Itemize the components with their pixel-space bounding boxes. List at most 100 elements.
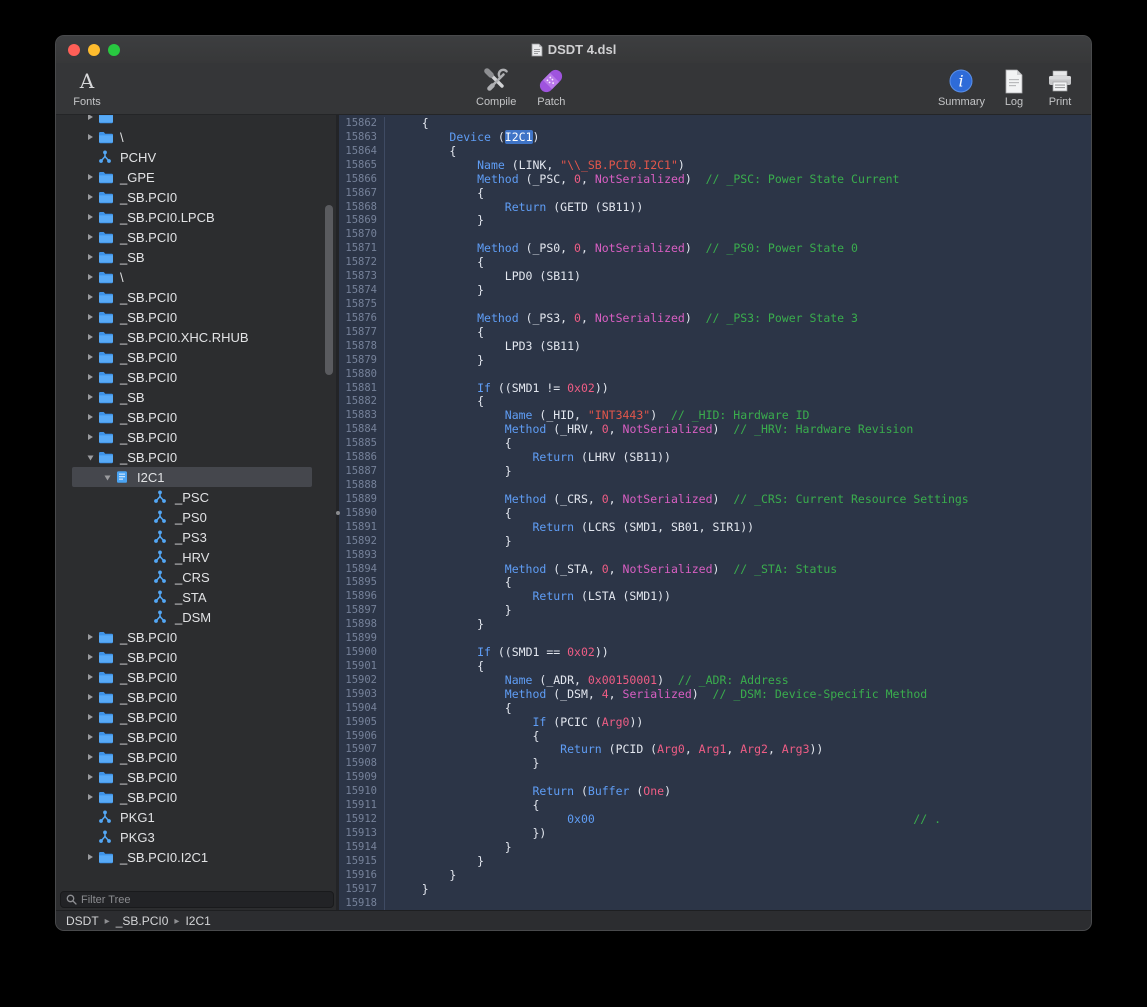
tree-item-_SB.PCI0[interactable]: _SB.PCI0 xyxy=(56,767,336,787)
disclosure-triangle-icon[interactable] xyxy=(82,674,98,680)
folder-icon xyxy=(98,270,115,285)
tree-item-_SB.PCI0.XHC.RHUB[interactable]: _SB.PCI0.XHC.RHUB xyxy=(56,327,336,347)
disclosure-triangle-icon[interactable] xyxy=(82,714,98,720)
tree-item-_GPE[interactable]: _GPE xyxy=(56,167,336,187)
folder-icon xyxy=(98,115,115,125)
disclosure-triangle-icon[interactable] xyxy=(82,794,98,800)
tree-item-label: _SB.PCI0 xyxy=(120,430,177,445)
disclosure-triangle-icon[interactable] xyxy=(82,654,98,660)
disclosure-triangle-icon[interactable] xyxy=(99,473,115,481)
disclosure-triangle-icon[interactable] xyxy=(82,694,98,700)
tree-item-_SB.PCI0[interactable]: _SB.PCI0 xyxy=(56,627,336,647)
disclosure-triangle-icon[interactable] xyxy=(82,374,98,380)
tree-item-_CRS[interactable]: _CRS xyxy=(56,567,336,587)
code-text: Method (_DSM, 4, Serialized) // _DSM: De… xyxy=(394,688,927,702)
tree-item-_SB.PCI0[interactable]: _SB.PCI0 xyxy=(56,787,336,807)
disclosure-triangle-icon[interactable] xyxy=(82,194,98,200)
tree-item-_SB.PCI0[interactable]: _SB.PCI0 xyxy=(56,707,336,727)
patch-button[interactable]: Patch xyxy=(534,66,568,108)
tree-item-_SB.PCI0[interactable]: _SB.PCI0 xyxy=(56,647,336,667)
disclosure-triangle-icon[interactable] xyxy=(82,254,98,260)
disclosure-triangle-icon[interactable] xyxy=(82,134,98,140)
line-number: 15902 xyxy=(339,674,385,688)
tree-item-_SB.PCI0[interactable]: _SB.PCI0 xyxy=(56,367,336,387)
code-text: Method (_HRV, 0, NotSerialized) // _HRV:… xyxy=(394,423,913,437)
line-number: 15884 xyxy=(339,423,385,437)
disclosure-triangle-icon[interactable] xyxy=(82,453,98,461)
tree-item-_SB.PCI0[interactable]: _SB.PCI0 xyxy=(56,407,336,427)
tree-item-PKG1[interactable]: PKG1 xyxy=(56,807,336,827)
disclosure-triangle-icon[interactable] xyxy=(82,294,98,300)
tree-item-_SB.PCI0[interactable]: _SB.PCI0 xyxy=(56,307,336,327)
tree-item-_DSM[interactable]: _DSM xyxy=(56,607,336,627)
tree-item-\[interactable]: \ xyxy=(56,267,336,287)
sidebar-scrollbar-thumb[interactable] xyxy=(325,205,333,375)
tree-item-_SB.PCI0[interactable]: _SB.PCI0 xyxy=(56,687,336,707)
tree-item-PKG3[interactable]: PKG3 xyxy=(56,827,336,847)
tree-item-label: _SB.PCI0 xyxy=(120,710,177,725)
splitter-handle[interactable] xyxy=(336,511,340,515)
tree-item-_SB.PCI0[interactable]: _SB.PCI0 xyxy=(56,727,336,747)
compile-label: Compile xyxy=(476,96,516,108)
tree-item-_SB.PCI0[interactable]: _SB.PCI0 xyxy=(56,347,336,367)
disclosure-triangle-icon[interactable] xyxy=(82,434,98,440)
tree-item-_SB.PCI0[interactable]: _SB.PCI0 xyxy=(56,747,336,767)
disclosure-triangle-icon[interactable] xyxy=(82,314,98,320)
tree-item-_HRV[interactable]: _HRV xyxy=(56,547,336,567)
tree-item-_PS0[interactable]: _PS0 xyxy=(56,507,336,527)
log-label: Log xyxy=(1005,96,1023,108)
print-button[interactable]: Print xyxy=(1043,66,1077,108)
disclosure-triangle-icon[interactable] xyxy=(82,174,98,180)
disclosure-triangle-icon[interactable] xyxy=(82,334,98,340)
patch-label: Patch xyxy=(537,96,565,108)
summary-button[interactable]: i Summary xyxy=(938,66,985,108)
code-line: 15912 0x00 // . xyxy=(339,813,1091,827)
log-button[interactable]: Log xyxy=(997,66,1031,108)
code-text: { xyxy=(394,117,429,131)
pane-splitter[interactable] xyxy=(336,115,339,910)
disclosure-triangle-icon[interactable] xyxy=(82,634,98,640)
tree-item-_PS3[interactable]: _PS3 xyxy=(56,527,336,547)
tree-item-_SB.PCI0[interactable]: _SB.PCI0 xyxy=(56,187,336,207)
folder-icon xyxy=(98,770,115,785)
tree-item-_SB[interactable]: _SB xyxy=(56,247,336,267)
tree-item-_SB.PCI0.I2C1[interactable]: _SB.PCI0.I2C1 xyxy=(56,847,336,867)
disclosure-triangle-icon[interactable] xyxy=(82,394,98,400)
tree-item-_SB.PCI0[interactable]: _SB.PCI0 xyxy=(56,287,336,307)
tree-item-_SB.PCI0[interactable]: _SB.PCI0 xyxy=(56,427,336,447)
disclosure-triangle-icon[interactable] xyxy=(82,214,98,220)
disclosure-triangle-icon[interactable] xyxy=(82,774,98,780)
disclosure-triangle-icon[interactable] xyxy=(82,734,98,740)
folder-icon xyxy=(98,130,115,145)
tree-item-_SB.PCI0[interactable]: _SB.PCI0 xyxy=(56,447,336,467)
line-number: 15867 xyxy=(339,187,385,201)
tree-item-_PSC[interactable]: _PSC xyxy=(56,487,336,507)
disclosure-triangle-icon[interactable] xyxy=(82,115,98,120)
disclosure-triangle-icon[interactable] xyxy=(82,854,98,860)
breadcrumb-item[interactable]: DSDT xyxy=(66,914,99,928)
disclosure-triangle-icon[interactable] xyxy=(82,274,98,280)
tree-item-label: _SB.PCI0 xyxy=(120,650,177,665)
compile-button[interactable]: Compile xyxy=(476,66,516,108)
tree-item-_SB.PCI0.LPCB[interactable]: _SB.PCI0.LPCB xyxy=(56,207,336,227)
fonts-button[interactable]: A Fonts xyxy=(70,66,104,108)
breadcrumb-item[interactable]: _SB.PCI0 xyxy=(116,914,169,928)
tree-item-I2C1[interactable]: I2C1 xyxy=(56,467,336,487)
tree-item-\[interactable]: \ xyxy=(56,127,336,147)
line-number: 15875 xyxy=(339,298,385,312)
code-editor[interactable]: 15862 {15863 Device (I2C1)15864 {15865 N… xyxy=(339,115,1091,910)
tree-item-_STA[interactable]: _STA xyxy=(56,587,336,607)
code-text: { xyxy=(394,256,484,270)
tree-item-PCHV[interactable]: PCHV xyxy=(56,147,336,167)
tree-item-clipped[interactable] xyxy=(56,115,336,127)
disclosure-triangle-icon[interactable] xyxy=(82,754,98,760)
tree-item-_SB.PCI0[interactable]: _SB.PCI0 xyxy=(56,227,336,247)
tree-item-_SB[interactable]: _SB xyxy=(56,387,336,407)
tree-item-label: _SB xyxy=(120,390,145,405)
breadcrumb-item[interactable]: I2C1 xyxy=(185,914,210,928)
disclosure-triangle-icon[interactable] xyxy=(82,414,98,420)
tree-item-_SB.PCI0[interactable]: _SB.PCI0 xyxy=(56,667,336,687)
disclosure-triangle-icon[interactable] xyxy=(82,354,98,360)
filter-tree-input[interactable] xyxy=(81,894,328,906)
disclosure-triangle-icon[interactable] xyxy=(82,234,98,240)
